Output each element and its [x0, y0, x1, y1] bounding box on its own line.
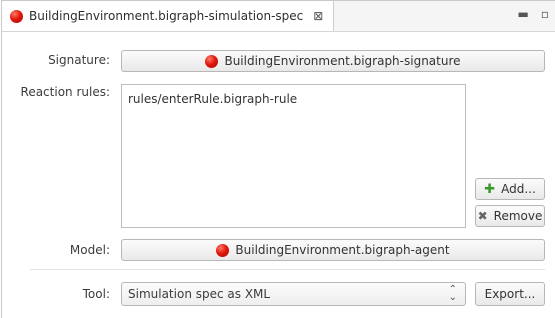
- separator: [30, 269, 545, 270]
- bigraph-file-icon: [216, 243, 230, 257]
- signature-label: Signature:: [48, 53, 110, 67]
- add-button-label: Add...: [501, 182, 536, 196]
- signature-value: BuildingEnvironment.bigraph-signature: [224, 54, 461, 68]
- editor-frame: BuildingEnvironment.bigraph-simulation-s…: [1, 0, 555, 318]
- maximize-icon[interactable]: ▫: [541, 7, 549, 21]
- window-controls: ▬ ▫: [518, 7, 549, 21]
- close-icon[interactable]: ⊠: [313, 9, 323, 23]
- remove-button-label: Remove: [493, 209, 543, 223]
- reaction-rules-list[interactable]: rules/enterRule.bigraph-rule: [121, 84, 466, 228]
- tab-title: BuildingEnvironment.bigraph-simulation-s…: [29, 9, 304, 23]
- export-button[interactable]: Export...: [475, 282, 545, 306]
- tab-simulation-spec[interactable]: BuildingEnvironment.bigraph-simulation-s…: [2, 1, 335, 31]
- model-label: Model:: [69, 243, 110, 257]
- signature-button[interactable]: BuildingEnvironment.bigraph-signature: [121, 50, 545, 72]
- add-rule-button[interactable]: ✚ Add...: [475, 178, 545, 200]
- bigraph-file-icon: [205, 54, 219, 68]
- tool-select[interactable]: Simulation spec as XML ⌃ ⌄: [121, 282, 466, 306]
- model-value: BuildingEnvironment.bigraph-agent: [235, 243, 450, 257]
- tool-label: Tool:: [82, 287, 110, 301]
- model-button[interactable]: BuildingEnvironment.bigraph-agent: [121, 239, 545, 261]
- x-icon: ✖: [477, 209, 488, 223]
- bigraph-file-icon: [10, 9, 23, 23]
- export-button-label: Export...: [484, 287, 536, 301]
- updown-arrow-icon: ⌃ ⌄: [448, 284, 457, 303]
- reaction-rules-label: Reaction rules:: [20, 85, 110, 99]
- tool-selected-value: Simulation spec as XML: [128, 287, 271, 301]
- minimize-icon[interactable]: ▬: [518, 7, 529, 21]
- list-item[interactable]: rules/enterRule.bigraph-rule: [122, 85, 465, 113]
- plus-icon: ✚: [484, 181, 496, 197]
- tab-bar: BuildingEnvironment.bigraph-simulation-s…: [2, 1, 555, 32]
- remove-rule-button[interactable]: ✖ Remove: [475, 205, 545, 227]
